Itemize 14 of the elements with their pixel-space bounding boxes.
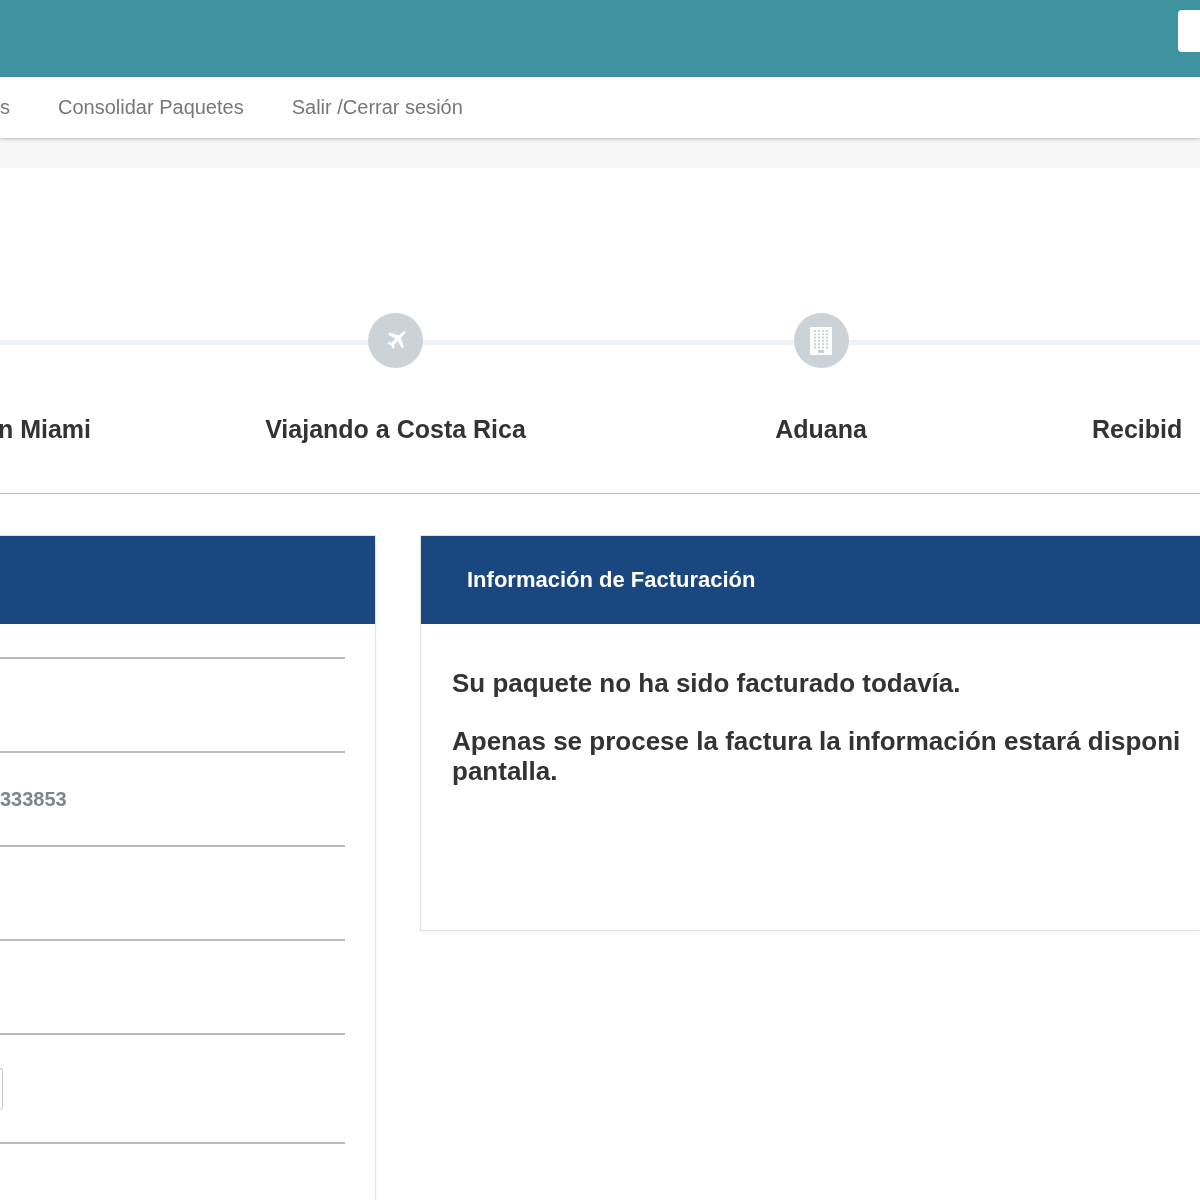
info-message: Apenas se procese la factura la información estará disponi pantalla. [452, 726, 1182, 786]
step-label: Aduana [775, 415, 867, 444]
button[interactable] [0, 1067, 3, 1110]
step-label: n Miami [0, 415, 91, 444]
header-button[interactable] [1178, 10, 1200, 52]
nav-link[interactable]: Consolidar Paquetes [58, 96, 244, 119]
status-message: Su paquete no ha sido facturado todavía. [452, 668, 962, 698]
building-icon [810, 326, 832, 355]
nav-link[interactable]: Salir /Cerrar sesión [291, 96, 463, 119]
panel-title: Información de Facturación [466, 567, 756, 593]
step-label: Recibid [1092, 415, 1183, 444]
nav-link[interactable]: s [0, 96, 10, 119]
field-value: 333853 [0, 787, 67, 811]
step-label: Viajando a Costa Rica [265, 415, 526, 444]
